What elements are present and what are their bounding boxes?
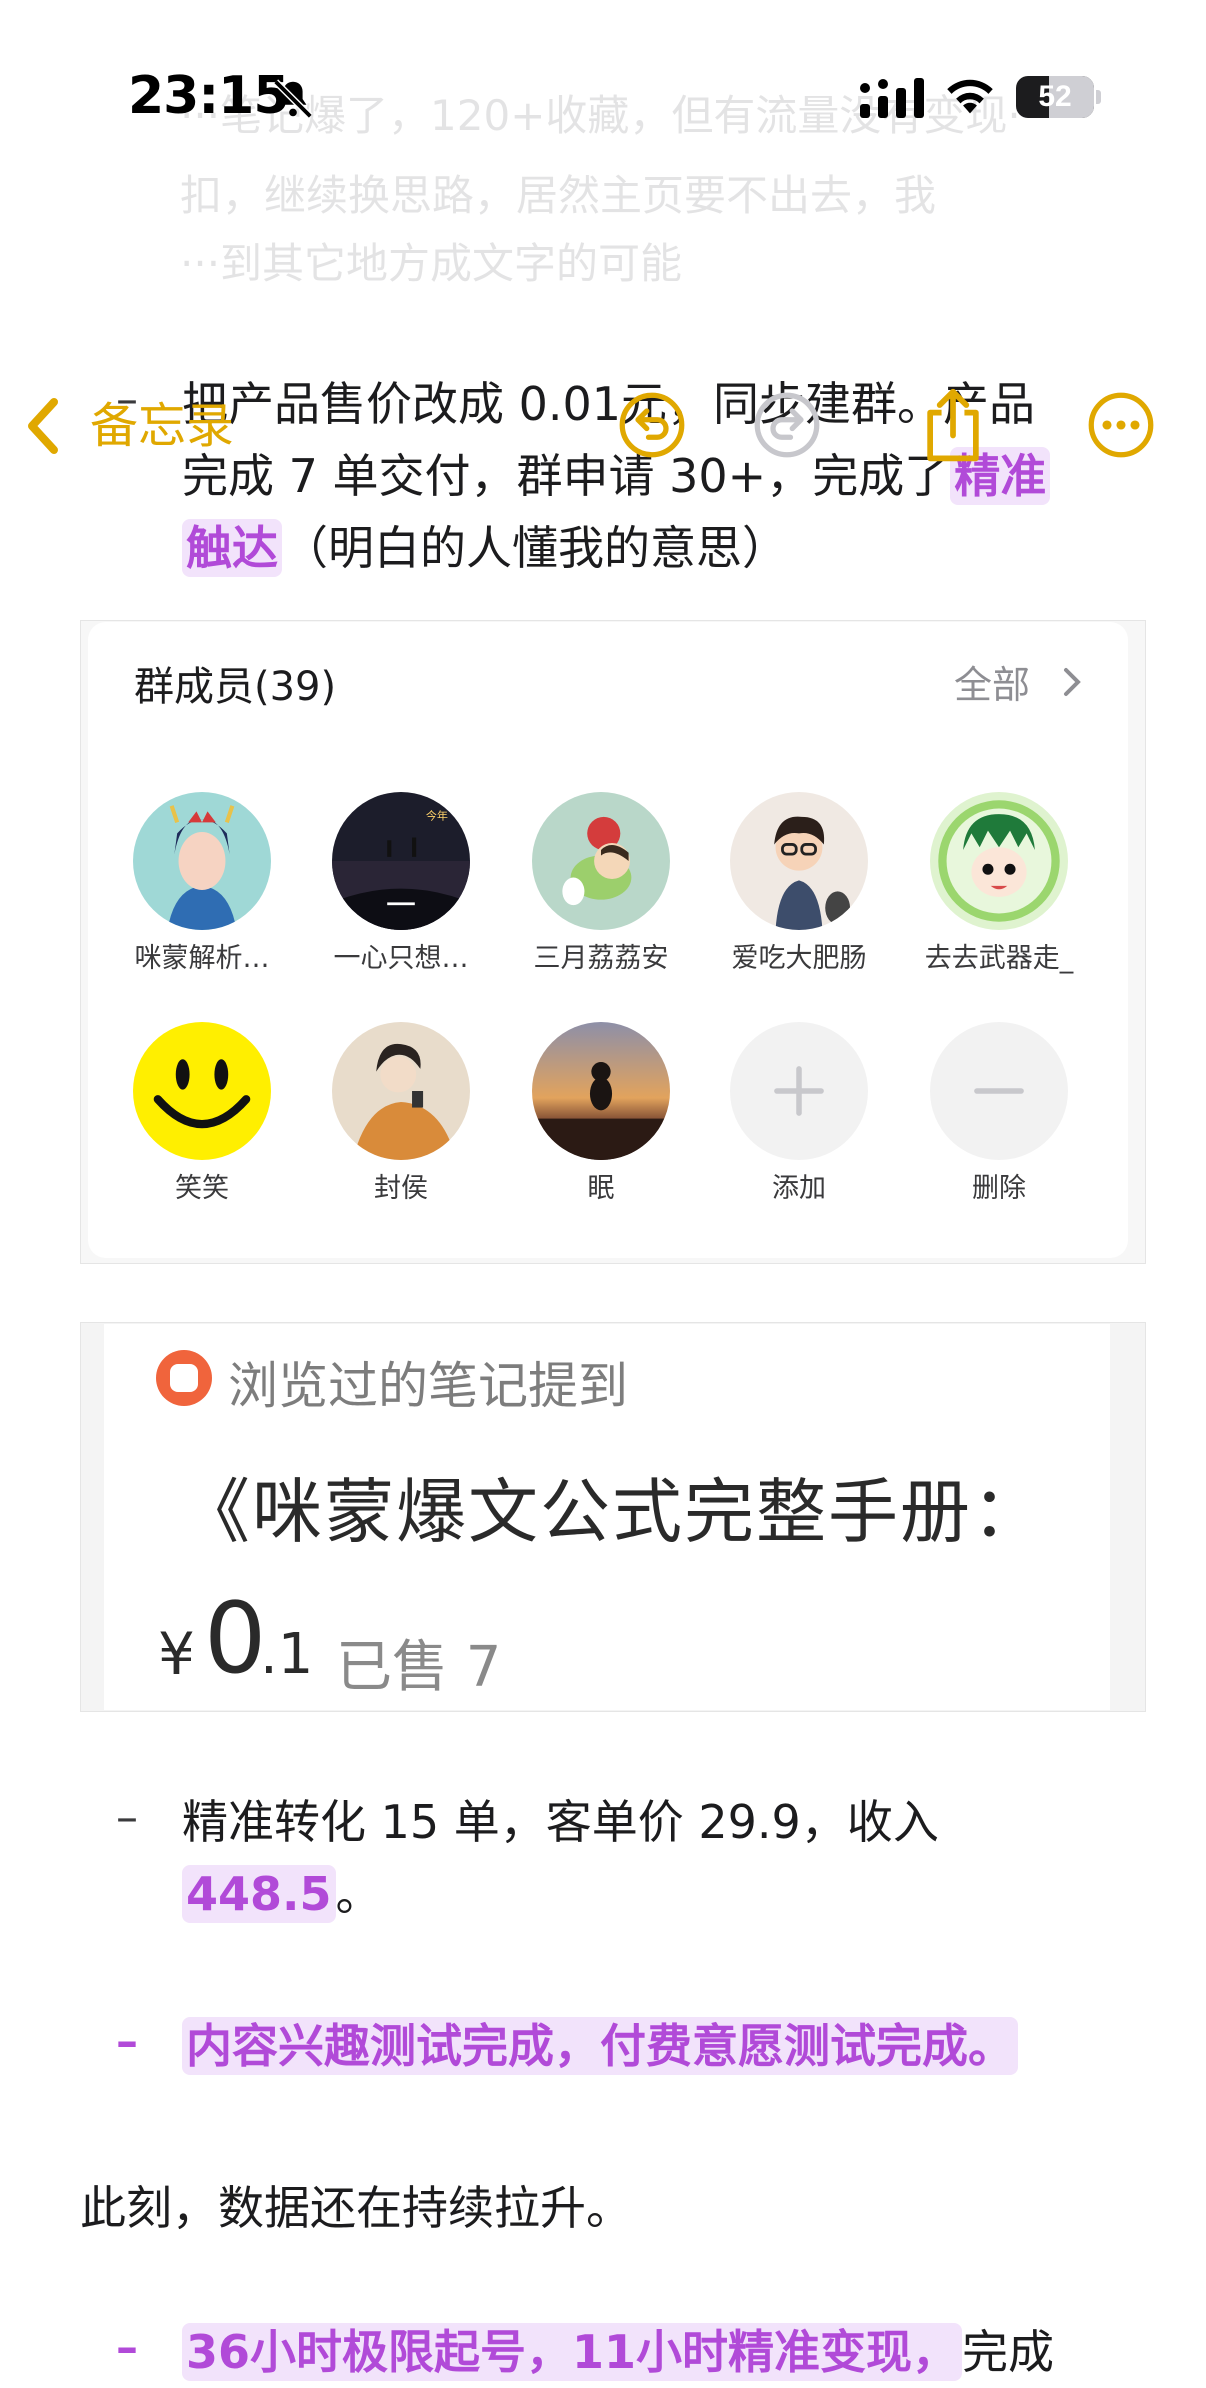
status-time: 23:15	[128, 66, 290, 126]
bullet-text: 触达（明白的人懂我的意思）	[182, 512, 788, 584]
chevron-right-icon	[1064, 668, 1081, 696]
paragraph-text: 此刻，数据还在持续拉升。	[80, 2181, 632, 2235]
wifi-icon	[947, 79, 993, 114]
nav-bar: 备忘录	[0, 190, 1206, 462]
svg-text:今年: 今年	[426, 809, 448, 823]
member-avatar	[133, 1022, 271, 1160]
minus-icon	[974, 1088, 1024, 1094]
member-name: 三月荔荔安	[533, 943, 669, 974]
member-avatar	[532, 792, 670, 930]
highlight-text: 内容兴趣测试完成，付费意愿测试完成。	[182, 2017, 1018, 2075]
price-decimal: .1	[260, 1622, 314, 1687]
members-title: 群成员(39)	[134, 664, 337, 710]
member-avatar: 今年	[332, 792, 470, 930]
member-name: 去去武器走_	[924, 943, 1074, 974]
silent-bell-icon	[273, 79, 313, 119]
remove-label: 删除	[972, 1173, 1026, 1204]
highlight-text: 36小时极限起号，11小时精准变现，	[182, 2323, 963, 2381]
bullet-text: 内容兴趣测试完成，付费意愿测试完成。	[182, 2010, 1018, 2082]
member-avatar	[730, 792, 868, 930]
price-integer: 0	[204, 1582, 267, 1696]
member-name: 笑笑	[175, 1173, 229, 1204]
product-mention-label: 浏览过的笔记提到	[228, 1357, 628, 1415]
redo-icon[interactable]	[752, 390, 822, 460]
member-avatar	[133, 792, 271, 930]
more-options-icon[interactable]	[1086, 390, 1156, 460]
highlight-text: 448.5	[182, 1865, 336, 1923]
member-avatar	[930, 792, 1068, 930]
bullet-text: 把产品售价改成 0.01元，同步建群。产品	[182, 377, 1036, 431]
back-button[interactable]: 备忘录	[90, 396, 234, 456]
price-currency: ¥	[158, 1620, 195, 1688]
member-name: 眠	[587, 1173, 615, 1204]
status-bar: 23:15 52	[0, 0, 1206, 190]
bullet-text: 精准转化 15 单，客单价 29.9，收入	[182, 1795, 939, 1849]
add-label: 添加	[772, 1173, 826, 1204]
back-chevron-icon[interactable]	[22, 396, 66, 456]
member-name: 咪蒙解析…	[134, 943, 270, 974]
plus-icon	[774, 1066, 824, 1116]
member-name: 封侯	[374, 1173, 428, 1204]
sold-count: 已售 7	[336, 1635, 502, 1700]
highlight-text: 触达	[182, 519, 282, 577]
member-avatar	[532, 1022, 670, 1160]
product-title: 《咪蒙爆文公式完整手册：	[180, 1471, 1044, 1553]
add-member-button[interactable]	[730, 1022, 868, 1160]
remove-member-button[interactable]	[930, 1022, 1068, 1160]
member-name: 一心只想…	[333, 943, 469, 974]
bullet-dash: –	[116, 1792, 138, 1843]
bullet-dash: –	[116, 2322, 138, 2373]
cellular-signal-icon	[860, 78, 924, 118]
bullet-dash: –	[116, 2016, 138, 2067]
member-avatar	[332, 1022, 470, 1160]
battery-level: 52	[1038, 80, 1072, 113]
member-name: 爱吃大肥肠	[731, 943, 867, 974]
members-all-link: 全部	[954, 663, 1031, 707]
share-icon[interactable]	[918, 386, 988, 466]
bullet-text: 448.5。	[182, 1858, 382, 1930]
bullet-text: 36小时极限起号，11小时精准变现，完成	[182, 2316, 1054, 2388]
undo-icon[interactable]	[617, 390, 687, 460]
